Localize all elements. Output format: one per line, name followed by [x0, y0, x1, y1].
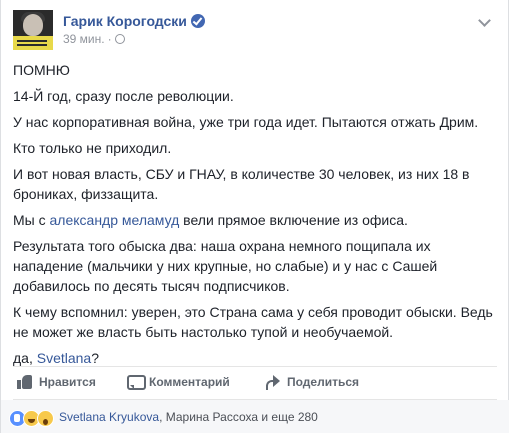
like-icon [17, 374, 33, 390]
post-paragraph: У нас корпоративная война, уже три года … [13, 114, 479, 130]
share-label: Поделиться [287, 375, 360, 389]
avatar-band [13, 36, 53, 50]
post-paragraph: Кто только не приходил. [13, 140, 172, 156]
reactions-bar: Svetlana Kryukova, Марина Рассоха и еще … [1, 400, 509, 433]
reaction-user-link[interactable]: Svetlana Kryukova [59, 410, 159, 424]
post-header: Гарик Корогодски 39 мин. · [13, 10, 497, 52]
reactions-rest: , Марина Рассоха и еще 280 [159, 410, 318, 424]
post-paragraph: Мы с александр меламуд вели прямое включ… [13, 210, 497, 230]
paragraph-text: ? [91, 350, 100, 366]
action-bar: Нравится Комментарий Поделиться [13, 366, 497, 400]
post-paragraph: И вот новая власть, СБУ и ГНАУ, в количе… [13, 166, 470, 202]
comment-label: Комментарий [149, 375, 230, 389]
post-meta: 39 мин. · [63, 32, 125, 46]
comment-button[interactable]: Комментарий [127, 374, 230, 390]
mention-link[interactable]: александр меламуд [50, 212, 180, 228]
meta-separator: · [107, 32, 112, 46]
post-paragraph: Результата того обыска два: наша охрана … [13, 238, 438, 294]
post-paragraph: К чему вспомнил: уверен, это Страна сама… [13, 304, 493, 340]
post-time[interactable]: 39 мин. [63, 32, 105, 46]
verified-icon [190, 14, 205, 28]
share-icon [265, 374, 281, 390]
author-name-text[interactable]: Гарик Корогодски [63, 13, 187, 29]
mention-link[interactable]: Svetlana [37, 350, 91, 366]
author-avatar[interactable] [13, 10, 53, 50]
wow-reaction-icon[interactable] [37, 410, 54, 427]
post-paragraph: ПОМНЮ [13, 62, 70, 78]
post-paragraph: да, Svetlana? [13, 348, 497, 368]
paragraph-text: Мы с [13, 212, 50, 228]
paragraph-text: да, [13, 350, 37, 366]
post-card: Гарик Корогодски 39 мин. · ПОМНЮ 14-Й год,… [0, 0, 509, 433]
share-button[interactable]: Поделиться [265, 374, 359, 390]
like-label: Нравится [39, 375, 96, 389]
chevron-down-icon[interactable] [477, 14, 493, 30]
post-paragraph: 14-Й год, сразу после революции. [13, 88, 234, 104]
reactions-summary[interactable]: Svetlana Kryukova, Марина Рассоха и еще … [59, 410, 318, 424]
comment-icon [127, 374, 146, 390]
post-content: ПОМНЮ 14-Й год, сразу после революции. У н… [13, 60, 497, 374]
like-button[interactable]: Нравится [17, 374, 96, 390]
author-name[interactable]: Гарик Корогодски [63, 12, 205, 29]
avatar-face [23, 14, 43, 36]
globe-icon[interactable] [114, 34, 125, 44]
paragraph-text: вели прямое включение из офиса. [179, 212, 408, 228]
